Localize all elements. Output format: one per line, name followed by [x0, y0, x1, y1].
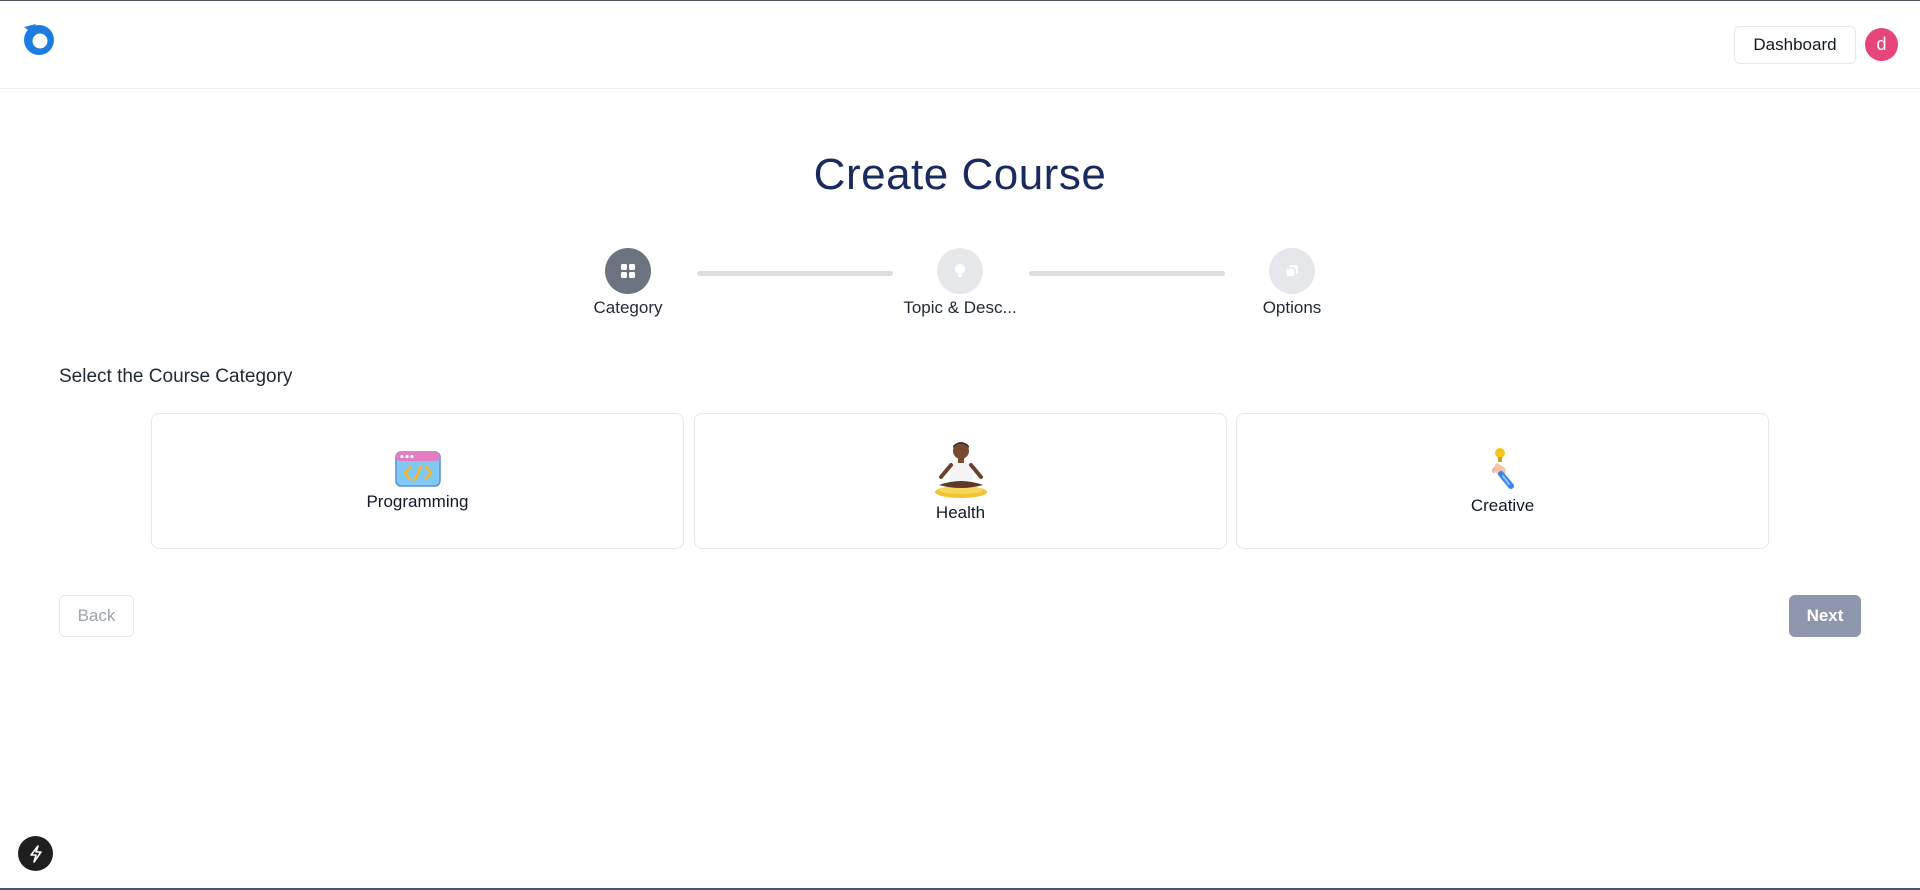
- next-button[interactable]: Next: [1789, 595, 1861, 637]
- category-card-programming[interactable]: Programming: [151, 413, 684, 549]
- logo-icon[interactable]: [21, 21, 57, 57]
- hand-lightbulb-icon: [1491, 448, 1514, 489]
- step-connector: [1029, 271, 1225, 276]
- step-topic-description[interactable]: Topic & Desc...: [880, 248, 1040, 318]
- back-button[interactable]: Back: [59, 595, 134, 637]
- user-avatar[interactable]: d: [1865, 28, 1898, 61]
- page-title: Create Course: [813, 150, 1107, 199]
- dashboard-button[interactable]: Dashboard: [1734, 26, 1856, 64]
- lightning-bolt-icon[interactable]: [18, 836, 53, 871]
- step-label: Options: [1262, 298, 1322, 317]
- lightbulb-icon: [937, 248, 983, 294]
- step-options[interactable]: Options: [1212, 248, 1372, 318]
- copy-icon: [1269, 248, 1315, 294]
- card-label: Health: [935, 503, 986, 522]
- step-label: Category: [593, 298, 663, 317]
- step-category[interactable]: Category: [548, 248, 708, 318]
- card-label: Creative: [1470, 496, 1535, 515]
- top-header: Dashboard d: [0, 1, 1920, 89]
- code-window-icon: [394, 451, 441, 487]
- step-connector: [697, 271, 893, 276]
- grid-icon: [605, 248, 651, 294]
- card-label: Programming: [366, 492, 469, 511]
- meditation-person-icon: [934, 442, 987, 498]
- category-card-creative[interactable]: Creative: [1236, 413, 1769, 549]
- step-label: Topic & Desc...: [903, 298, 1017, 317]
- category-card-health[interactable]: Health: [694, 413, 1227, 549]
- section-heading: Select the Course Category: [59, 366, 293, 387]
